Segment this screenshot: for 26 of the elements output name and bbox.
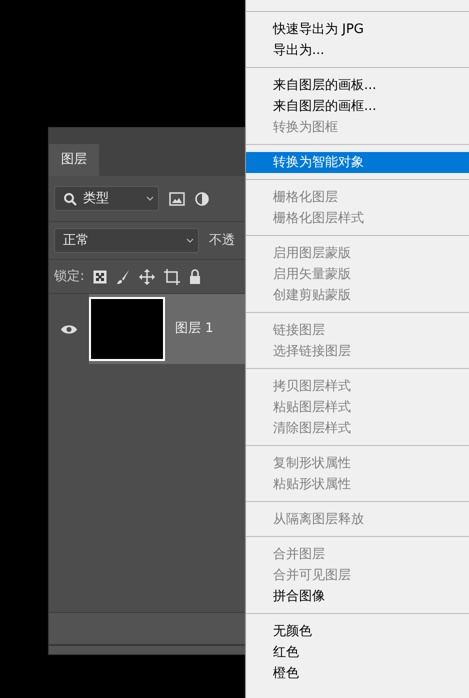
lock-label: 锁定: (54, 268, 84, 286)
blend-mode-dropdown[interactable]: 正常 (54, 228, 199, 253)
menu-item[interactable]: 红色 (246, 642, 469, 663)
brush-icon[interactable] (116, 268, 130, 284)
lock-icon[interactable] (189, 269, 202, 284)
eye-icon[interactable] (60, 324, 78, 334)
caret-icon[interactable] (146, 196, 154, 202)
menu-item[interactable]: 无颜色 (246, 621, 469, 642)
opacity-label: 不透 (209, 232, 235, 250)
menu-item[interactable]: 来自图层的画板... (246, 75, 469, 96)
layers-tab[interactable]: 图层 (49, 144, 99, 176)
layer-row[interactable]: 图层 1 (49, 294, 245, 364)
image-filter-icon[interactable] (169, 192, 185, 206)
layer-name: 图层 1 (175, 320, 214, 338)
menu-item[interactable]: 橙色 (246, 663, 469, 684)
filter-dropdown[interactable]: 类型 (54, 186, 159, 211)
menu-item[interactable]: 拼合图像 (246, 586, 469, 607)
transparency-lock-icon[interactable] (93, 270, 108, 284)
search-icon[interactable] (63, 192, 77, 206)
menu-item[interactable]: 转换为智能对象 (246, 152, 469, 173)
move-icon[interactable] (139, 268, 156, 284)
adjustment-filter-icon[interactable] (195, 192, 209, 206)
menu-item[interactable]: 导出为... (246, 40, 469, 61)
menu-item[interactable]: 来自图层的画框... (246, 96, 469, 117)
caret-icon[interactable] (186, 238, 194, 244)
menu-item[interactable]: 快速导出为 JPG (246, 19, 469, 40)
